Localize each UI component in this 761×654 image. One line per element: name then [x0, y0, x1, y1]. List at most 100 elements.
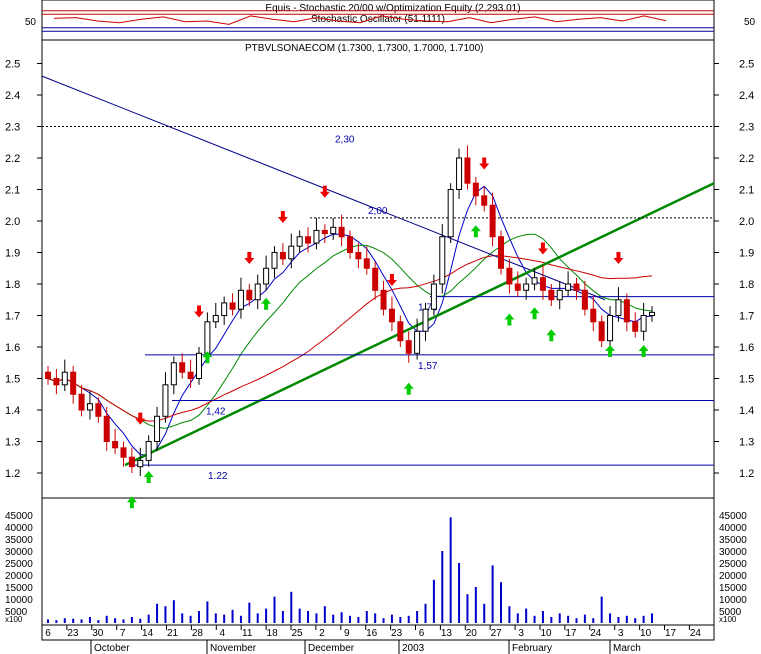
price-y-tick-left: 2.4: [5, 90, 20, 102]
volume-bar: [516, 613, 519, 623]
candle-body: [397, 321, 404, 342]
candle-body: [212, 315, 219, 323]
price-title: PTBVLSONAECOM (1.7300, 1.7300, 1.7000, 1…: [245, 43, 483, 54]
price-y-tick-right: 2.1: [739, 185, 754, 197]
candle-body: [196, 352, 202, 379]
candle-body: [321, 229, 328, 235]
volume-bar: [407, 615, 410, 623]
price-y-tick-right: 1.3: [739, 437, 754, 449]
volume-bar: [88, 617, 91, 623]
volume-bar: [483, 603, 486, 623]
x-tick-label: 24: [690, 628, 702, 639]
volume-bar: [441, 551, 444, 623]
candle-body: [548, 289, 555, 301]
volume-bar: [508, 606, 511, 623]
price-y-tick-left: 2.3: [5, 122, 20, 134]
volume-bar: [340, 612, 343, 623]
volume-bar: [332, 614, 335, 623]
candle-body: [103, 415, 110, 442]
x-tick-label: 3: [518, 628, 524, 639]
volume-y-tick-right: 25000: [719, 559, 747, 570]
candle-body: [347, 236, 353, 253]
volume-y-tick-left: 5000: [5, 607, 28, 618]
volume-bar: [416, 611, 419, 623]
candle-body: [70, 371, 77, 395]
price-y-tick-right: 2.4: [739, 90, 754, 102]
candle-body: [154, 415, 161, 442]
volume-bar: [432, 579, 435, 623]
candle-body: [86, 403, 93, 411]
x-tick-label: 11: [242, 628, 253, 639]
price-y-tick-right: 1.9: [739, 248, 754, 260]
volume-bar: [357, 617, 360, 623]
stochastic-y-tick-right: 50: [744, 17, 756, 28]
candle-body: [456, 157, 463, 190]
candle-body: [179, 362, 186, 373]
chart-canvas: Equis - Stochastic 20/00 w/Optimization …: [0, 0, 761, 654]
volume-bar: [541, 611, 544, 623]
x-tick-label: 28: [192, 628, 204, 639]
volume-y-tick-right: 30000: [719, 547, 747, 558]
candle-body: [288, 245, 295, 260]
price-y-tick-left: 1.2: [5, 468, 20, 480]
volume-bar: [72, 618, 75, 623]
candle-body: [355, 252, 362, 260]
volume-y-tick-left: 15000: [5, 583, 33, 594]
x-tick-label: 18: [267, 628, 279, 639]
candle-body: [162, 384, 169, 417]
month-label: December: [308, 643, 355, 654]
candle-body: [137, 459, 144, 468]
candle-body: [305, 236, 312, 244]
volume-bar: [466, 594, 469, 623]
volume-bar: [617, 617, 620, 623]
month-label: November: [210, 643, 257, 654]
price-y-tick-left: 1.7: [5, 311, 20, 323]
month-label: October: [94, 643, 130, 654]
volume-bar: [583, 614, 586, 623]
candle-body: [279, 252, 286, 260]
x-tick-label: 17: [665, 628, 677, 639]
level-label: 1,42: [206, 407, 226, 418]
candle-body: [439, 236, 446, 285]
volume-bar: [399, 617, 402, 623]
volume-bar: [256, 613, 259, 623]
candle-body: [607, 315, 614, 342]
volume-bar: [47, 619, 49, 623]
volume-bar: [307, 611, 310, 623]
candle-body: [632, 321, 639, 332]
volume-bar: [449, 517, 452, 623]
volume-y-tick-right: 20000: [719, 571, 747, 582]
month-label: 2003: [402, 643, 425, 654]
candle-body: [112, 441, 119, 449]
volume-bar: [592, 618, 595, 623]
volume-bar: [122, 619, 125, 623]
volume-bar: [390, 614, 393, 623]
price-y-tick-left: 1.3: [5, 437, 20, 449]
volume-bar: [147, 614, 150, 623]
volume-bar: [634, 618, 637, 623]
candle-body: [506, 267, 513, 285]
candle-body: [145, 441, 152, 461]
volume-y-tick-left: 45000: [5, 511, 33, 522]
price-y-tick-right: 1.2: [739, 468, 754, 480]
candle-body: [246, 289, 253, 301]
x-tick-label: 2: [319, 628, 325, 639]
x-tick-label: 6: [419, 628, 425, 639]
candle-body: [229, 302, 236, 310]
x-tick-label: 10: [540, 628, 552, 639]
candle-body: [313, 229, 320, 244]
volume-bar: [239, 615, 242, 623]
candle-body: [120, 447, 127, 458]
candle-body: [623, 299, 630, 323]
volume-bar: [558, 613, 561, 623]
x-tick-label: 4: [220, 628, 226, 639]
price-y-tick-left: 2.5: [5, 59, 20, 71]
volume-bar: [248, 602, 251, 623]
volume-bar: [273, 596, 276, 623]
candle-body: [271, 252, 278, 269]
candle-body: [422, 308, 429, 332]
volume-bar: [130, 617, 133, 623]
candle-body: [565, 283, 572, 291]
volume-bar: [474, 587, 477, 623]
candle-body: [330, 226, 337, 235]
